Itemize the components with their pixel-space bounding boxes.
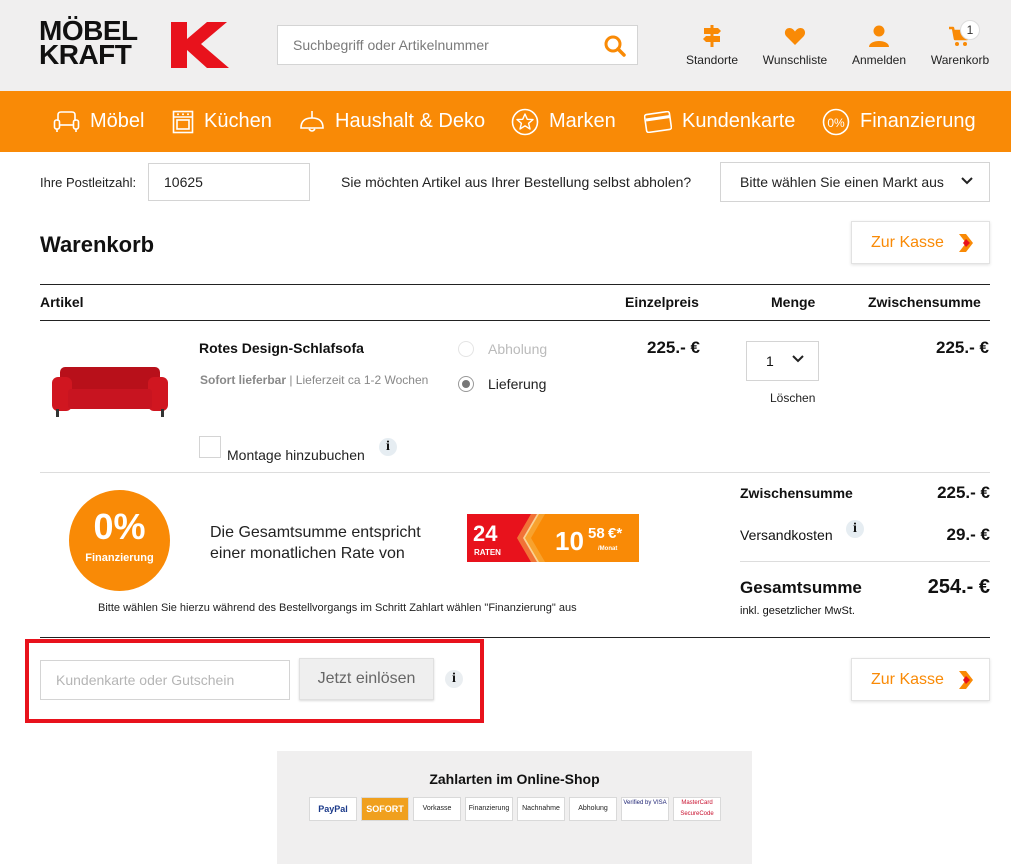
payment-paypal-logo: PayPal xyxy=(309,797,357,821)
chevron-down-icon xyxy=(792,355,804,363)
market-select-value: Bitte wählen Sie einen Markt aus xyxy=(740,174,944,190)
quantity-value: 1 xyxy=(766,353,774,369)
totals-bottom-rule xyxy=(40,637,990,638)
search-input[interactable] xyxy=(278,26,588,64)
montage-label: Montage hinzubuchen xyxy=(227,447,365,463)
totals-subtotal-value: 225.- € xyxy=(937,483,990,502)
chevron-down-icon xyxy=(961,177,973,185)
col-header-unit-price: Einzelpreis xyxy=(625,294,699,310)
payment-abholung-logo: Abholung xyxy=(569,797,617,821)
item-unit-price: 225.- € xyxy=(647,338,700,357)
shipping-info-icon[interactable]: i xyxy=(846,520,864,538)
financing-badge: 0% Finanzierung xyxy=(69,490,170,591)
heart-icon xyxy=(784,28,806,45)
main-navigation: Möbel Küchen Haushalt & Deko Marken Kund… xyxy=(0,91,1011,152)
nav-moebel[interactable]: Möbel xyxy=(53,91,144,152)
totals-divider xyxy=(740,561,990,562)
nav-anmelden[interactable]: Anmelden xyxy=(849,24,909,67)
nav-finanzierung[interactable]: 0% Finanzierung xyxy=(822,91,976,152)
quantity-select[interactable]: 1 xyxy=(746,341,819,381)
logo-k-mark-icon xyxy=(171,22,229,68)
voucher-info-icon[interactable]: i xyxy=(445,670,463,688)
card-icon xyxy=(644,110,672,133)
checkout-button-bottom[interactable]: Zur Kasse xyxy=(851,658,990,701)
svg-text:0%: 0% xyxy=(827,116,845,130)
nav-standorte[interactable]: Standorte xyxy=(683,24,741,67)
table-top-rule xyxy=(40,284,990,285)
search-icon[interactable] xyxy=(603,34,627,58)
postal-code-input[interactable] xyxy=(148,163,310,201)
postal-code-label: Ihre Postleitzahl: xyxy=(40,175,137,190)
nav-warenkorb[interactable]: Warenkorb 1 xyxy=(927,20,993,67)
armchair-icon xyxy=(53,110,80,132)
radio-pickup-label: Abholung xyxy=(488,341,548,357)
payment-sofort-logo: SOFORT xyxy=(361,797,409,821)
radio-pickup[interactable] xyxy=(458,341,474,357)
rates-word: RATEN xyxy=(474,548,501,557)
product-name[interactable]: Rotes Design-Schlafsofa xyxy=(199,340,364,356)
star-icon xyxy=(511,108,539,135)
search-box xyxy=(277,25,638,65)
monthly-rate-badge: 24 RATEN 10 58 €* /Monat xyxy=(467,514,639,562)
signpost-icon xyxy=(703,25,721,47)
montage-checkbox[interactable] xyxy=(199,436,221,458)
rates-count: 24 xyxy=(473,521,498,546)
col-header-subtotal: Zwischensumme xyxy=(868,294,981,310)
nav-wunschliste[interactable]: Wunschliste xyxy=(758,24,832,67)
totals-total-value: 254.- € xyxy=(927,576,990,598)
voucher-input[interactable] xyxy=(40,660,290,700)
user-icon xyxy=(869,25,889,47)
payment-visa-logo: Verified by VISA xyxy=(621,797,669,821)
rate-amount: 10 xyxy=(555,526,584,556)
payment-finanzierung-logo: Finanzierung xyxy=(465,797,513,821)
totals-total-label: Gesamtsumme xyxy=(740,578,862,597)
payment-methods-title: Zahlarten im Online-Shop xyxy=(429,771,600,787)
nav-marken[interactable]: Marken xyxy=(511,91,616,152)
site-header: MÖBEL KRAFT Standorte Wunschliste xyxy=(0,0,1011,91)
cart-count-badge: 1 xyxy=(960,20,980,40)
vat-note: inkl. gesetzlicher MwSt. xyxy=(740,605,855,617)
payment-methods-panel: Zahlarten im Online-Shop PayPal SOFORT V… xyxy=(277,751,752,864)
financing-note: Bitte wählen Sie hierzu während des Best… xyxy=(98,602,577,614)
col-header-quantity: Menge xyxy=(771,294,816,310)
nav-haushalt-deko[interactable]: Haushalt & Deko xyxy=(299,91,485,152)
totals-shipping-value: 29.- € xyxy=(946,525,990,544)
redeem-button[interactable]: Jetzt einlösen xyxy=(299,658,434,700)
market-select[interactable]: Bitte wählen Sie einen Markt aus xyxy=(720,162,990,202)
checkout-button-top[interactable]: Zur Kasse xyxy=(851,221,990,264)
logo-wordmark: MÖBEL KRAFT xyxy=(39,15,138,70)
nav-kundenkarte[interactable]: Kundenkarte xyxy=(644,91,795,152)
nav-kuechen[interactable]: Küchen xyxy=(172,91,272,152)
stove-icon xyxy=(172,110,194,133)
item-divider xyxy=(40,472,990,473)
totals-shipping-label: Versandkosten xyxy=(740,527,833,543)
col-header-article: Artikel xyxy=(40,294,84,310)
payment-nachnahme-logo: Nachnahme xyxy=(517,797,565,821)
chevron-right-icon xyxy=(959,234,973,252)
brand-logo[interactable]: MÖBEL KRAFT xyxy=(39,15,231,71)
product-image-sofa[interactable] xyxy=(50,363,170,421)
rate-cents: 58 xyxy=(588,525,605,542)
chevron-right-icon xyxy=(959,671,973,689)
product-availability: Sofort lieferbar | Lieferzeit ca 1-2 Woc… xyxy=(200,373,429,387)
payment-vorkasse-logo: Vorkasse xyxy=(413,797,461,821)
pickup-question: Sie möchten Artikel aus Ihrer Bestellung… xyxy=(341,174,692,190)
radio-delivery[interactable] xyxy=(458,376,474,392)
totals-subtotal-label: Zwischensumme xyxy=(740,485,853,501)
montage-info-icon[interactable]: i xyxy=(379,438,397,456)
payment-mastercard-logo: MasterCard SecureCode xyxy=(673,797,721,821)
lamp-icon xyxy=(300,110,324,132)
rate-currency: €* xyxy=(608,525,622,542)
table-header-rule xyxy=(40,320,990,321)
percent-icon: 0% xyxy=(822,108,850,135)
page-title: Warenkorb xyxy=(40,232,155,257)
rate-period: /Monat xyxy=(598,546,617,552)
financing-text: Die Gesamtsumme entspricht einer monatli… xyxy=(210,524,421,562)
item-subtotal: 225.- € xyxy=(936,338,989,357)
radio-delivery-label: Lieferung xyxy=(488,376,547,392)
delete-item-link[interactable]: Löschen xyxy=(770,391,815,405)
